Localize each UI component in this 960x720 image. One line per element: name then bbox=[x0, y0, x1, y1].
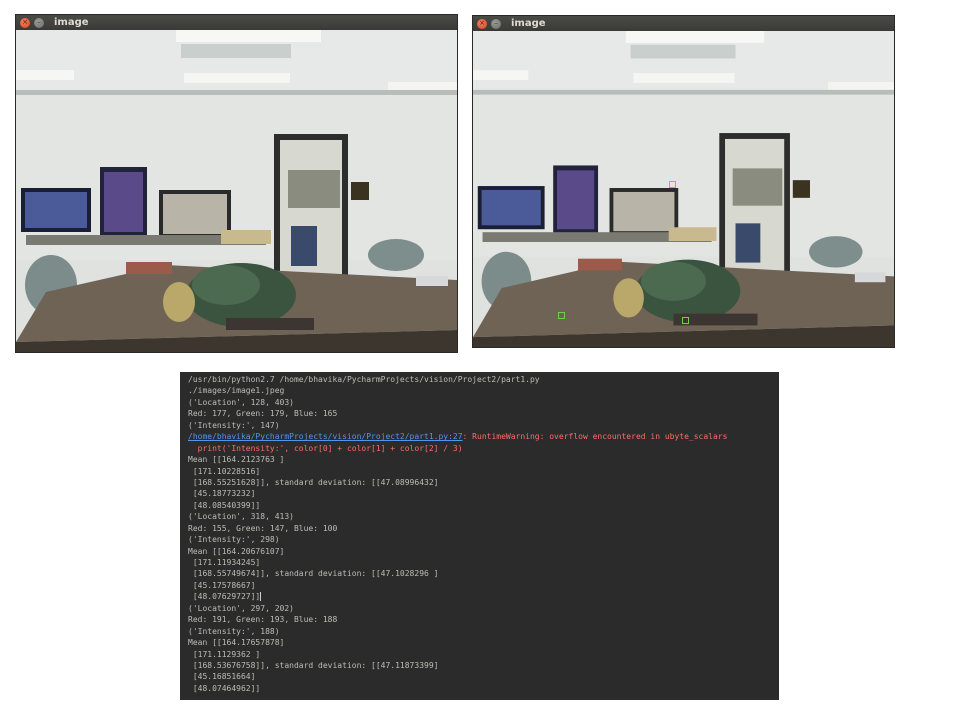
window-title: image bbox=[511, 18, 546, 29]
run-console[interactable]: /usr/bin/python2.7 /home/bhavika/Pycharm… bbox=[180, 372, 779, 700]
left-window-titlebar[interactable]: × – image bbox=[16, 15, 457, 30]
console-line: [45.18773232] bbox=[188, 489, 256, 499]
right-window-titlebar[interactable]: × – image bbox=[473, 16, 894, 31]
console-line: [171.10228516] bbox=[188, 466, 261, 476]
console-line: ./images/image1.jpeg bbox=[188, 386, 285, 396]
console-line: [48.07464962]] bbox=[188, 683, 261, 693]
console-line: Red: 191, Green: 193, Blue: 188 bbox=[188, 615, 338, 625]
console-output: /usr/bin/python2.7 /home/bhavika/Pycharm… bbox=[188, 374, 775, 694]
console-line: /usr/bin/python2.7 /home/bhavika/Pycharm… bbox=[188, 375, 540, 384]
room-photo[interactable] bbox=[16, 30, 457, 352]
warning-message: : RuntimeWarning: overflow encountered i… bbox=[462, 432, 728, 442]
console-line: ('Location', 128, 403) bbox=[188, 397, 294, 407]
console-line: Mean [[164.20676107] bbox=[188, 546, 285, 556]
console-line: [168.55251628]], standard deviation: [[4… bbox=[188, 477, 439, 487]
console-line: ('Location', 297, 202) bbox=[188, 603, 294, 613]
console-line: Mean [[164.17657878] bbox=[188, 638, 285, 648]
room-photo-render bbox=[473, 31, 894, 347]
console-line: [45.17578667] bbox=[188, 580, 256, 590]
room-photo-render bbox=[16, 30, 457, 352]
selection-marker bbox=[682, 317, 689, 324]
close-icon[interactable]: × bbox=[20, 17, 30, 28]
selection-marker bbox=[558, 312, 565, 319]
right-image-window: × – image bbox=[473, 16, 894, 347]
console-line: [48.08540399]] bbox=[188, 500, 261, 510]
console-line: [48.07629727]] bbox=[188, 591, 775, 602]
console-line: [168.55749674]], standard deviation: [[4… bbox=[188, 569, 439, 579]
warning-code-line: print('Intensity:', color[0] + color[1] … bbox=[188, 443, 463, 453]
console-line: Red: 155, Green: 147, Blue: 100 bbox=[188, 523, 338, 533]
minimize-icon[interactable]: – bbox=[491, 18, 501, 29]
minimize-icon[interactable]: – bbox=[34, 17, 44, 28]
console-line: ('Intensity:', 188) bbox=[188, 626, 280, 636]
console-line: [168.53676758]], standard deviation: [[4… bbox=[188, 660, 439, 670]
console-line: ('Intensity:', 147) bbox=[188, 420, 280, 430]
console-line: Mean [[164.2123763 ] bbox=[188, 455, 285, 465]
left-image-window: × – image bbox=[16, 15, 457, 352]
close-icon[interactable]: × bbox=[477, 18, 487, 29]
source-link[interactable]: /home/bhavika/PycharmProjects/vision/Pro… bbox=[188, 432, 463, 441]
console-line: ('Intensity:', 298) bbox=[188, 535, 280, 545]
console-line: Red: 177, Green: 179, Blue: 165 bbox=[188, 409, 338, 419]
selection-marker bbox=[669, 181, 676, 188]
text-cursor bbox=[260, 592, 262, 602]
room-photo-with-markers[interactable] bbox=[473, 31, 894, 347]
console-line: [45.16851664] bbox=[188, 672, 256, 682]
console-line: ('Location', 318, 413) bbox=[188, 512, 294, 522]
console-line: [171.1129362 ] bbox=[188, 649, 261, 659]
console-line: [171.11934245] bbox=[188, 558, 261, 567]
window-title: image bbox=[54, 17, 89, 28]
warning-line: /home/bhavika/PycharmProjects/vision/Pro… bbox=[188, 431, 775, 442]
console-line-text: [48.07629727]] bbox=[188, 592, 261, 602]
